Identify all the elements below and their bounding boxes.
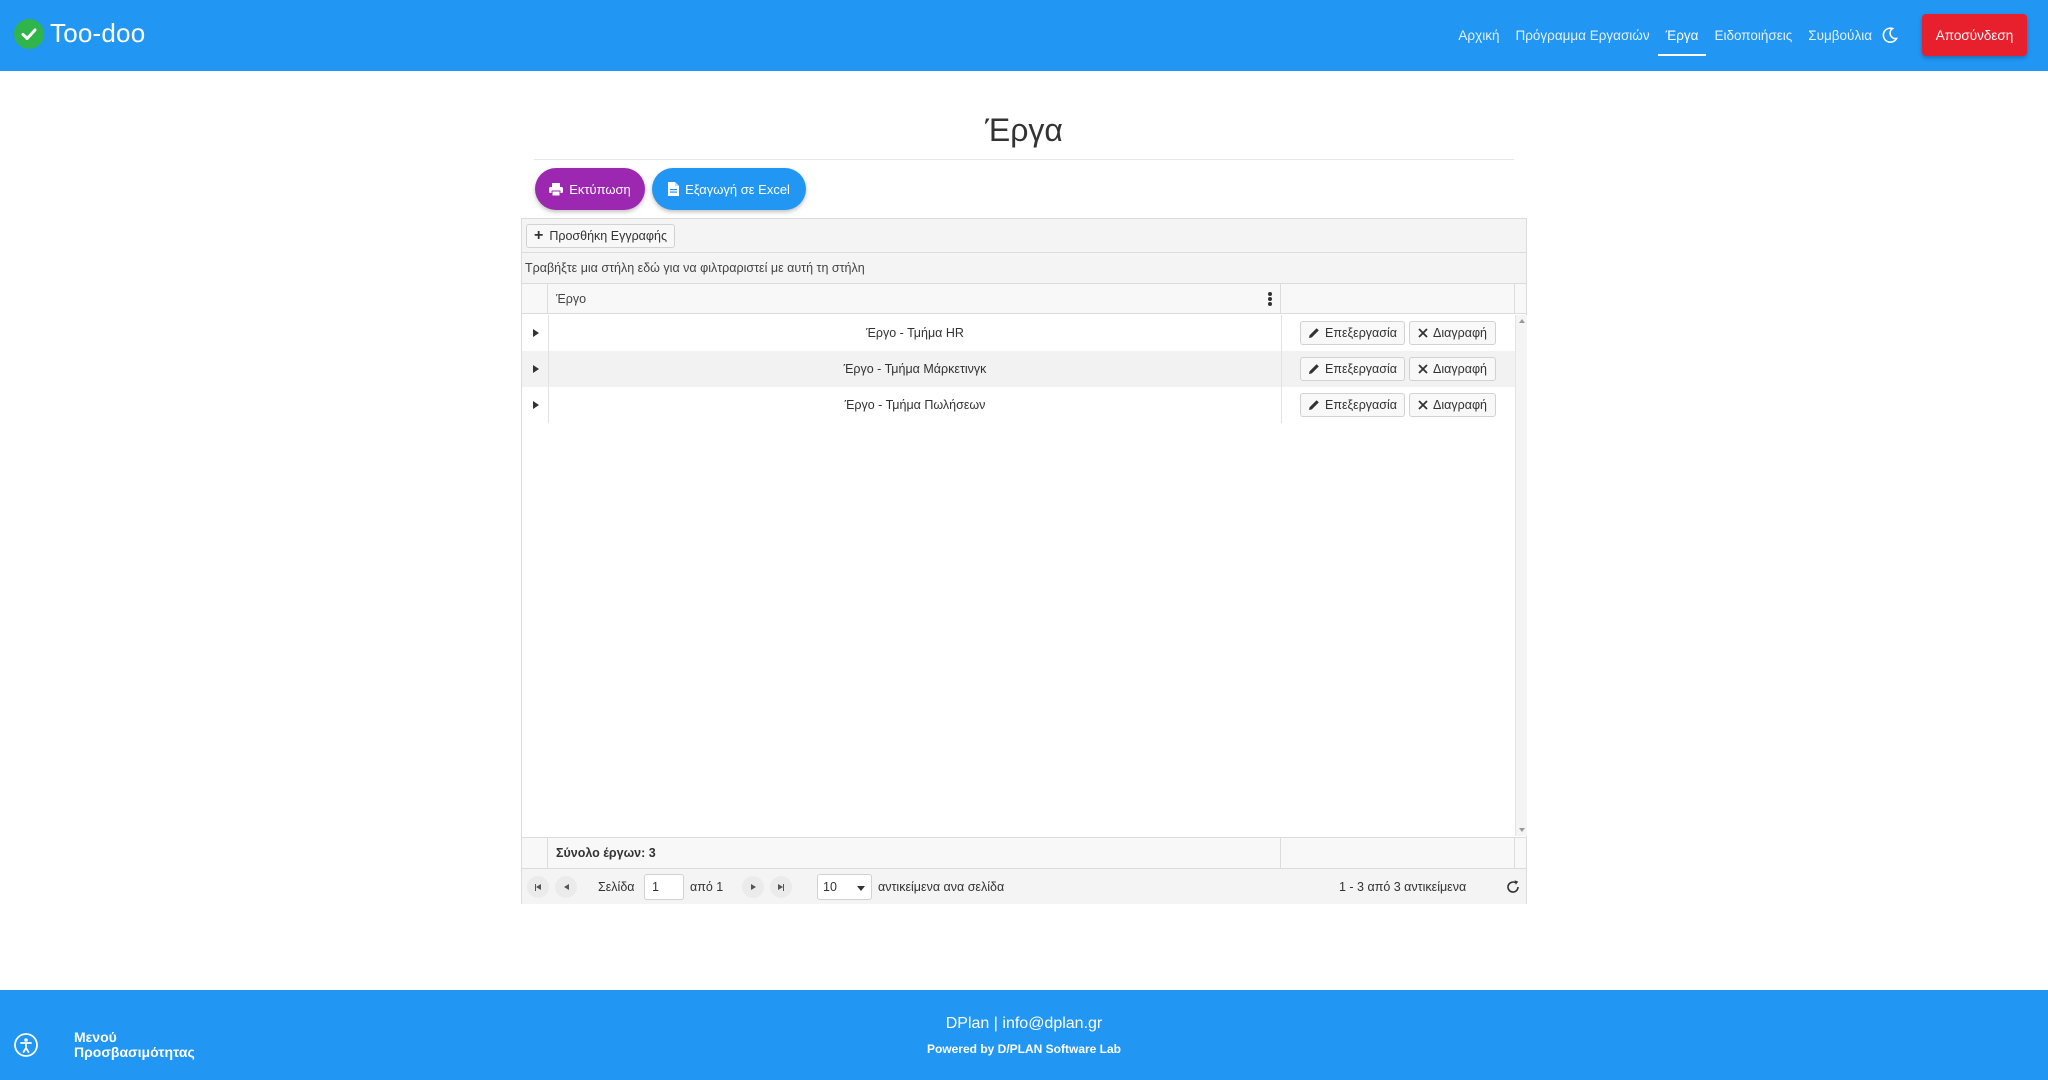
range-info: 1 - 3 από 3 αντικείμενα (1339, 879, 1467, 894)
nav-home[interactable]: Αρχική (1450, 16, 1507, 56)
edit-button[interactable]: Επεξεργασία (1300, 357, 1405, 381)
edit-button[interactable]: Επεξεργασία (1300, 321, 1405, 345)
delete-button[interactable]: Διαγραφή (1409, 357, 1496, 381)
footer-email-link[interactable]: info@dplan.gr (1002, 1015, 1102, 1032)
main-nav: Αρχική Πρόγραμμα Εργασιών Έργα Ειδοποιήσ… (1450, 0, 1880, 71)
prev-page-button[interactable] (555, 876, 577, 898)
pencil-icon (1308, 399, 1320, 411)
first-page-button[interactable] (527, 876, 549, 898)
group-drop-panel[interactable]: Τραβήξτε μια στήλη εδώ για να φιλτραριστ… (522, 253, 1526, 284)
nav-notifications[interactable]: Ειδοποιήσεις (1706, 16, 1800, 56)
actions-header-cell (1281, 284, 1515, 314)
vertical-scrollbar[interactable] (1515, 315, 1527, 836)
next-page-icon (750, 884, 756, 890)
pencil-icon (1308, 327, 1320, 339)
export-excel-label: Εξαγωγή σε Excel (685, 181, 790, 197)
moon-icon[interactable] (1880, 25, 1900, 45)
plus-icon: + (534, 227, 544, 244)
footer-powered-by: Powered by D/PLAN Software Lab (926, 1042, 1122, 1056)
brand[interactable]: Too-doo (14, 18, 145, 49)
grid-rows: Έργο - Τμήμα HR Επεξεργασία Διαγραφή Έργ… (522, 315, 1515, 423)
footer-company: DPlan (945, 1015, 990, 1032)
file-icon (668, 182, 680, 196)
grid-pager: Σελίδα 1 από 1 10 αντικείμενα ανα σελίδα… (522, 869, 1526, 904)
delete-label: Διαγραφή (1433, 398, 1487, 412)
hierarchy-header-cell (522, 284, 548, 314)
footer-contact: DPlan | info@dplan.gr (945, 1015, 1103, 1032)
table-row: Έργο - Τμήμα Μάρκετινγκ Επεξεργασία Διαγ… (522, 351, 1515, 387)
scroll-header-cell (1515, 284, 1527, 314)
edit-label: Επεξεργασία (1324, 362, 1397, 376)
add-record-button[interactable]: + Προσθήκη Εγγραφής (526, 224, 675, 248)
close-icon (1418, 400, 1428, 410)
project-name-cell: Έργο - Τμήμα Πωλήσεων (844, 398, 986, 412)
edit-button[interactable]: Επεξεργασία (1300, 393, 1405, 417)
project-count-summary: Σύνολο έργων: 3 (548, 838, 1281, 868)
scroll-up-icon[interactable] (1519, 319, 1525, 323)
expand-row-icon[interactable] (533, 329, 539, 337)
expand-row-icon[interactable] (533, 401, 539, 409)
grid-summary-row: Σύνολο έργων: 3 (522, 837, 1526, 869)
per-page-label: αντικείμενα ανα σελίδα (878, 879, 1005, 894)
page-size-select[interactable]: 10 (817, 874, 872, 900)
page-of-label: από 1 (690, 879, 724, 894)
last-page-icon (778, 883, 784, 891)
column-menu-icon[interactable] (1268, 292, 1272, 306)
edit-label: Επεξεργασία (1324, 398, 1397, 412)
logout-button[interactable]: Αποσύνδεση (1922, 14, 2027, 56)
printer-icon (549, 182, 564, 196)
project-name-cell: Έργο - Τμήμα HR (866, 326, 964, 340)
pencil-icon (1308, 363, 1320, 375)
delete-label: Διαγραφή (1433, 326, 1487, 340)
table-row: Έργο - Τμήμα Πωλήσεων Επεξεργασία Διαγρα… (522, 387, 1515, 423)
page-label: Σελίδα (598, 879, 635, 894)
print-button[interactable]: Εκτύπωση (535, 168, 645, 210)
nav-task-schedule[interactable]: Πρόγραμμα Εργασιών (1507, 16, 1657, 56)
last-page-button[interactable] (770, 876, 792, 898)
delete-button[interactable]: Διαγραφή (1409, 393, 1496, 417)
close-icon (1418, 364, 1428, 374)
page-size-value: 10 (823, 880, 837, 894)
projects-grid: + Προσθήκη Εγγραφής Τραβήξτε μια στήλη ε… (521, 218, 1527, 904)
project-name-cell: Έργο - Τμήμα Μάρκετινγκ (843, 362, 987, 376)
scroll-down-icon[interactable] (1519, 828, 1525, 832)
close-icon (1418, 328, 1428, 338)
add-record-label: Προσθήκη Εγγραφής (549, 229, 667, 243)
title-divider (534, 159, 1514, 160)
check-logo-icon (14, 18, 44, 49)
edit-label: Επεξεργασία (1324, 326, 1397, 340)
brand-name: Too-doo (50, 18, 146, 48)
export-excel-button[interactable]: Εξαγωγή σε Excel (652, 168, 806, 210)
chevron-down-icon (857, 886, 865, 891)
print-label: Εκτύπωση (569, 181, 631, 197)
next-page-button[interactable] (742, 876, 764, 898)
site-footer: Μενού Προσβασιμότητας DPlan | info@dplan… (0, 990, 2048, 1080)
page-title: Έργα (985, 112, 1063, 148)
table-row: Έργο - Τμήμα HR Επεξεργασία Διαγραφή (522, 315, 1515, 351)
grid-toolbar: + Προσθήκη Εγγραφής (522, 219, 1526, 253)
nav-councils[interactable]: Συμβούλια (1800, 16, 1880, 56)
refresh-icon[interactable] (1504, 878, 1522, 896)
delete-label: Διαγραφή (1433, 362, 1487, 376)
expand-row-icon[interactable] (533, 365, 539, 373)
column-header-label: Έργο (556, 292, 587, 306)
navbar: Too-doo Αρχική Πρόγραμμα Εργασιών Έργα Ε… (0, 0, 2048, 71)
prev-page-icon (563, 884, 569, 890)
page-number-input[interactable]: 1 (644, 874, 684, 900)
delete-button[interactable]: Διαγραφή (1409, 321, 1496, 345)
grid-header: Έργο (522, 284, 1526, 314)
nav-projects[interactable]: Έργα (1657, 16, 1707, 56)
column-header-project[interactable]: Έργο (548, 284, 1281, 314)
first-page-icon (535, 883, 541, 891)
